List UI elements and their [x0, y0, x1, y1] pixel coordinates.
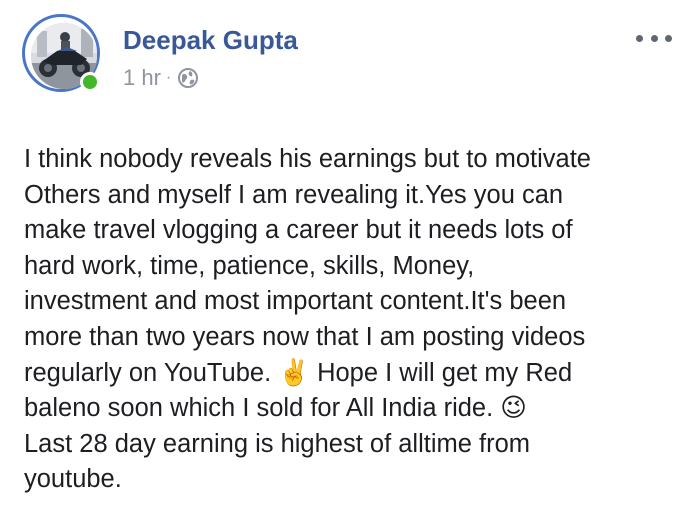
- post-text-line: youtube.: [24, 465, 122, 494]
- more-dot: [636, 34, 643, 42]
- meta-separator: ·: [165, 69, 172, 86]
- post-meta: 1 hr ·: [123, 64, 199, 92]
- post-text-line: Last 28 day earning is highest of alltim…: [24, 429, 531, 458]
- post-text-line: more than two years now that I am postin…: [24, 322, 586, 351]
- feed-post: Deepak Gupta 1 hr · I think nobody revea…: [0, 0, 684, 530]
- avatar-container: [22, 14, 106, 98]
- post-timestamp[interactable]: 1 hr: [123, 65, 161, 91]
- more-dot: [650, 34, 658, 42]
- post-text-line: Others and myself I am revealing it.Yes …: [24, 180, 564, 209]
- more-options-icon[interactable]: [636, 28, 672, 48]
- post-text-line: I think nobody reveals his earnings but …: [24, 145, 591, 173]
- post-text-line: baleno soon which I sold for All India r…: [24, 394, 527, 423]
- post-text-line: hard work, time, patience, skills, Money…: [24, 251, 475, 280]
- author-name[interactable]: Deepak Gupta: [123, 24, 298, 56]
- online-status-dot: [80, 72, 100, 92]
- post-text-line: regularly on YouTube. ✌️ Hope I will get…: [24, 358, 573, 387]
- post-body-text: I think nobody reveals his earnings but …: [24, 142, 674, 498]
- post-text-line: make travel vlogging a career but it nee…: [24, 216, 573, 245]
- globe-icon[interactable]: [177, 67, 199, 89]
- post-text-line: investment and most important content.It…: [24, 287, 567, 316]
- more-dot: [665, 34, 672, 42]
